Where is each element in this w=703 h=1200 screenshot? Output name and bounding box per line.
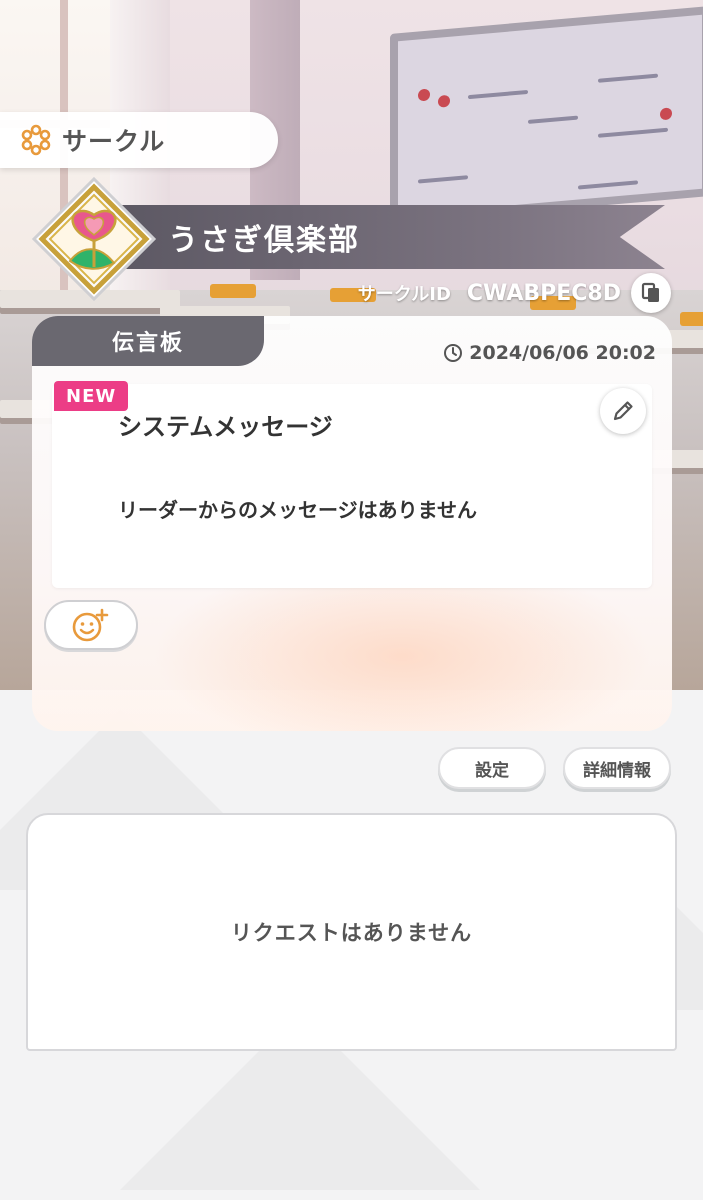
page-title: サークル (62, 127, 166, 156)
circle-name: うさぎ倶楽部 (168, 223, 360, 258)
circle-name-banner: うさぎ倶楽部 (100, 205, 665, 269)
board-timestamp: 2024/06/06 20:02 (443, 342, 656, 364)
request-list: リクエストはありません (26, 813, 677, 1051)
circle-id-row: サークルID CWABPEC8D (358, 272, 671, 314)
board-timestamp-text: 2024/06/06 20:02 (469, 342, 656, 364)
message-board-tab-label: 伝言板 (111, 331, 184, 356)
message-board-tab: 伝言板 (32, 316, 264, 366)
flower-icon (21, 124, 51, 156)
smiley-plus-icon (72, 608, 109, 642)
circle-id-value: CWABPEC8D (466, 280, 621, 306)
clock-icon (444, 344, 463, 362)
screen-header: サークル (0, 112, 278, 168)
add-reaction-button[interactable] (44, 600, 138, 650)
copy-icon (641, 282, 659, 302)
pencil-icon (613, 401, 633, 421)
request-empty-text: リクエストはありません (230, 921, 473, 945)
message-body: リーダーからのメッセージはありません (118, 498, 477, 522)
background-whiteboard (390, 6, 703, 224)
circle-id-label: サークルID (357, 284, 451, 305)
message-title: システムメッセージ (118, 413, 333, 441)
circle-emblem-icon (31, 176, 157, 302)
details-button[interactable]: 詳細情報 (563, 747, 671, 789)
copy-id-button[interactable] (631, 273, 671, 313)
message-board-panel: 伝言板 2024/06/06 20:02 NEW システムメッセージ リーダーか… (32, 316, 672, 731)
edit-message-button[interactable] (600, 388, 646, 434)
settings-button[interactable]: 設定 (438, 747, 546, 789)
